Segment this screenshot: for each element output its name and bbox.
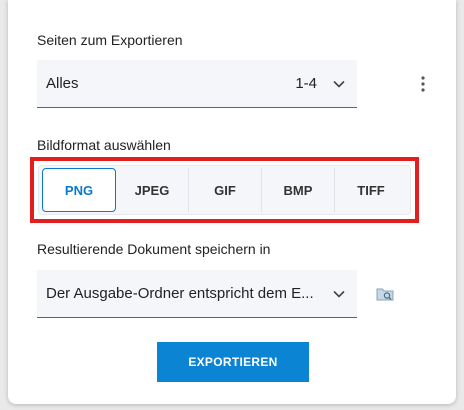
- more-options-icon[interactable]: [411, 72, 435, 96]
- pages-select[interactable]: Alles 1-4: [37, 60, 357, 108]
- format-option-png[interactable]: PNG: [42, 168, 116, 212]
- save-label: Resultierende Dokument speichern in: [37, 241, 271, 257]
- format-label: Bildformat auswählen: [37, 137, 171, 153]
- chevron-down-icon: [329, 284, 349, 304]
- chevron-down-icon: [329, 74, 349, 94]
- format-segmented-control: PNG JPEG GIF BMP TIFF: [38, 165, 411, 215]
- format-option-jpeg[interactable]: JPEG: [116, 168, 188, 212]
- format-option-tiff[interactable]: TIFF: [334, 168, 407, 212]
- save-location-select[interactable]: Der Ausgabe-Ordner entspricht dem E...: [37, 270, 357, 318]
- pages-range: 1-4: [295, 75, 317, 92]
- format-option-bmp[interactable]: BMP: [261, 168, 334, 212]
- folder-search-icon[interactable]: [374, 283, 398, 305]
- export-button[interactable]: EXPORTIEREN: [157, 342, 309, 382]
- format-option-gif[interactable]: GIF: [188, 168, 261, 212]
- pages-label: Seiten zum Exportieren: [37, 32, 183, 48]
- save-location-value: Der Ausgabe-Ordner entspricht dem E...: [46, 285, 314, 302]
- pages-select-value: Alles: [46, 75, 79, 92]
- export-dialog: Seiten zum Exportieren Alles 1-4 Bildfor…: [8, 0, 456, 404]
